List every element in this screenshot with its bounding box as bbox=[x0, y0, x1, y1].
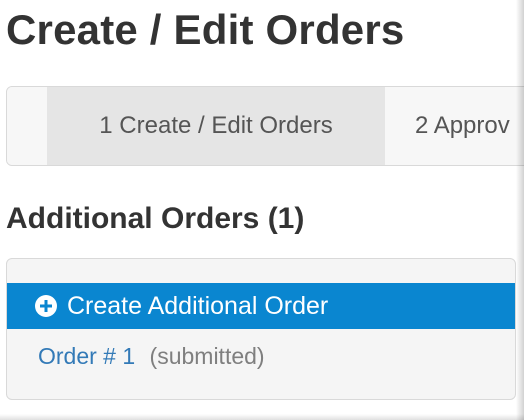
page-title: Create / Edit Orders bbox=[6, 6, 405, 53]
step-1-create-edit-orders[interactable]: 1 Create / Edit Orders bbox=[47, 87, 385, 165]
order-status: (submitted) bbox=[149, 343, 265, 369]
additional-orders-panel: Create Additional Order Order # 1 (submi… bbox=[6, 258, 516, 400]
steps-bar: 1 Create / Edit Orders 2 Approv bbox=[6, 86, 524, 166]
create-additional-order-label: Create Additional Order bbox=[67, 291, 329, 320]
plus-circle-icon bbox=[35, 295, 57, 317]
step-1-label: 1 Create / Edit Orders bbox=[99, 112, 333, 139]
order-list-item: Order # 1 (submitted) bbox=[38, 343, 265, 370]
bottom-shadow bbox=[0, 414, 524, 420]
right-shadow bbox=[516, 0, 524, 420]
section-heading: Additional Orders (1) bbox=[6, 202, 305, 235]
page-frame: Create / Edit Orders 1 Create / Edit Ord… bbox=[0, 0, 524, 420]
step-2-approve[interactable]: 2 Approv bbox=[385, 87, 524, 165]
step-2-label: 2 Approv bbox=[415, 112, 510, 139]
create-additional-order-button[interactable]: Create Additional Order bbox=[7, 283, 515, 329]
order-link[interactable]: Order # 1 bbox=[38, 343, 135, 369]
steps-left-spacer bbox=[7, 87, 47, 165]
